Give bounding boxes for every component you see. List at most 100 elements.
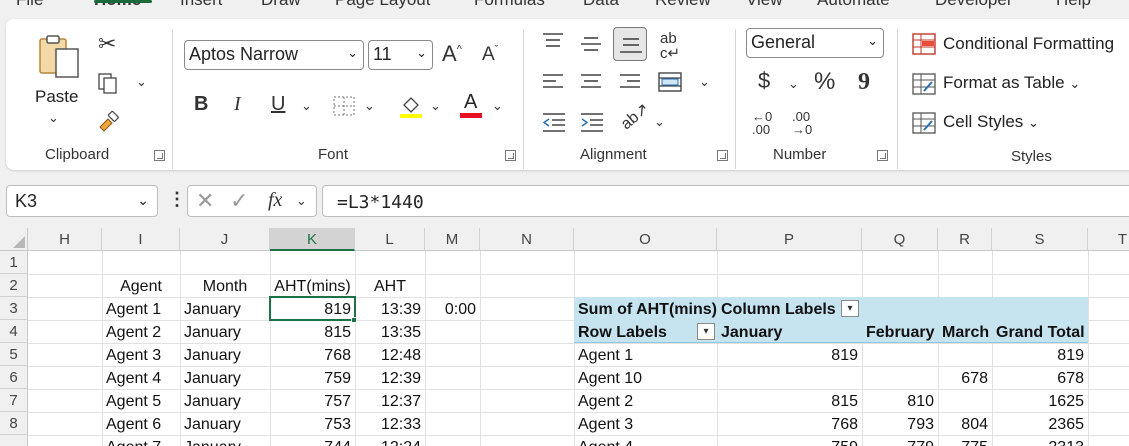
pivot-cell[interactable]: 810 (862, 390, 938, 413)
pivot-col-february[interactable]: February (862, 321, 938, 344)
pivot-cell[interactable]: 1625 (992, 390, 1088, 413)
borders-chevron-icon[interactable]: ⌄ (364, 99, 375, 112)
align-left-icon[interactable] (542, 72, 564, 92)
col-header-p[interactable]: P (717, 228, 862, 251)
agent-cell[interactable]: Agent 5 (102, 390, 180, 413)
merge-center-icon[interactable] (657, 70, 683, 94)
pivot-cell[interactable]: 815 (717, 390, 862, 413)
row-header-1[interactable]: 1 (0, 251, 28, 274)
header-aht[interactable]: AHT (355, 275, 425, 298)
column-labels-filter-icon[interactable]: ▾ (841, 300, 859, 317)
align-center-icon[interactable] (580, 72, 602, 92)
pivot-cell[interactable]: 775 (938, 436, 992, 446)
tab-insert[interactable]: Insert (180, 0, 223, 10)
pivot-col-january[interactable]: January (717, 321, 862, 344)
font-color-icon[interactable]: A (458, 91, 484, 119)
pivot-cell[interactable]: 804 (938, 413, 992, 436)
comma-style-icon[interactable]: 9 (858, 70, 870, 94)
header-aht-mins[interactable]: AHT(mins) (270, 275, 355, 298)
format-as-table-icon[interactable] (912, 73, 936, 95)
month-cell[interactable]: January (180, 367, 270, 390)
row-header-2[interactable]: 2 (0, 274, 28, 297)
chevron-down-icon[interactable]: ⌄ (137, 192, 149, 209)
pivot-cell[interactable] (938, 344, 992, 367)
header-month[interactable]: Month (180, 275, 270, 298)
orientation-chevron-icon[interactable]: ⌄ (654, 115, 665, 128)
enter-icon[interactable]: ✓ (230, 190, 248, 212)
pivot-cell[interactable]: 759 (717, 436, 862, 446)
aht-mins-cell[interactable]: 753 (270, 413, 355, 436)
pivot-sum-label[interactable]: Sum of AHT(mins) (574, 298, 717, 321)
number-format-dropdown[interactable]: General ⌄ (746, 28, 884, 58)
agent-cell[interactable]: Agent 7 (102, 436, 180, 446)
cell-styles-icon[interactable] (912, 112, 936, 134)
underline-chevron-icon[interactable]: ⌄ (301, 99, 312, 112)
pivot-cell[interactable]: 793 (862, 413, 938, 436)
aht-cell[interactable]: 12:48 (355, 344, 425, 367)
currency-chevron-icon[interactable]: ⌄ (788, 77, 799, 90)
aht-cell[interactable]: 13:35 (355, 321, 425, 344)
fill-color-icon[interactable] (398, 93, 424, 119)
col-header-l[interactable]: L (355, 228, 425, 251)
bold-button[interactable]: B (194, 94, 208, 114)
aht-cell[interactable]: 12:37 (355, 390, 425, 413)
tab-view[interactable]: View (746, 0, 783, 10)
name-box[interactable]: K3 ⌄ (6, 185, 158, 217)
tab-automate[interactable]: Automate (817, 0, 890, 10)
tab-file[interactable]: File (16, 0, 43, 10)
pivot-row-label[interactable]: Agent 10 (574, 367, 717, 390)
aht-cell[interactable]: 13:39 (355, 298, 425, 321)
aht-cell[interactable]: 12:33 (355, 413, 425, 436)
paste-icon[interactable] (36, 33, 82, 79)
align-right-icon[interactable] (619, 72, 641, 92)
header-agent[interactable]: Agent (102, 275, 180, 298)
month-cell[interactable]: January (180, 321, 270, 344)
format-painter-icon[interactable] (96, 109, 122, 135)
month-cell[interactable]: January (180, 298, 270, 321)
select-all-corner[interactable] (0, 228, 28, 251)
format-as-table-button[interactable]: Format as Table ⌄ (943, 73, 1080, 93)
copy-icon[interactable] (96, 71, 120, 95)
tab-developer[interactable]: Developer (935, 0, 1013, 10)
row-header-3[interactable]: 3 (0, 297, 28, 320)
font-name-dropdown[interactable]: Aptos Narrow ⌄ (184, 40, 364, 70)
col-header-t[interactable]: T (1088, 228, 1129, 251)
m-cell[interactable]: 0:00 (425, 298, 480, 321)
font-size-dropdown[interactable]: 11 ⌄ (368, 40, 433, 70)
aht-mins-cell[interactable]: 757 (270, 390, 355, 413)
merge-chevron-icon[interactable]: ⌄ (699, 75, 710, 88)
pivot-cell[interactable] (862, 367, 938, 390)
aht-mins-cell[interactable]: 744 (270, 436, 355, 446)
align-middle-icon[interactable] (580, 33, 602, 53)
aht-mins-cell[interactable]: 815 (270, 321, 355, 344)
pivot-cell[interactable]: 819 (992, 344, 1088, 367)
aht-cell[interactable]: 12:39 (355, 367, 425, 390)
pivot-cell[interactable] (862, 344, 938, 367)
align-top-icon[interactable] (542, 31, 564, 51)
agent-cell[interactable]: Agent 2 (102, 321, 180, 344)
more-options-icon[interactable]: ⋮ (168, 190, 186, 208)
agent-cell[interactable]: Agent 4 (102, 367, 180, 390)
month-cell[interactable]: January (180, 390, 270, 413)
tab-draw[interactable]: Draw (261, 0, 301, 10)
number-launcher-icon[interactable] (877, 150, 888, 161)
aht-cell[interactable]: 12:24 (355, 436, 425, 446)
tab-review[interactable]: Review (655, 0, 711, 10)
pivot-cell[interactable]: 678 (992, 367, 1088, 390)
pivot-cell[interactable] (938, 390, 992, 413)
conditional-formatting-button[interactable]: Conditional Formatting (943, 34, 1114, 54)
wrap-text-icon[interactable]: ab c↵ (660, 31, 680, 61)
decrease-decimal-icon[interactable]: .00 →0 (792, 110, 820, 138)
insert-function-icon[interactable]: fx (268, 190, 282, 210)
pivot-col-march[interactable]: March (938, 321, 992, 344)
row-header-4[interactable]: 4 (0, 320, 28, 343)
col-header-s[interactable]: S (992, 228, 1088, 251)
formula-input[interactable]: =L3*1440 (322, 185, 1129, 217)
paste-chevron-icon[interactable]: ⌄ (48, 111, 59, 124)
percent-icon[interactable]: % (814, 70, 835, 94)
shrink-font-icon[interactable]: Aˇ (482, 45, 498, 64)
grow-font-icon[interactable]: A^ (442, 43, 462, 65)
month-cell[interactable]: January (180, 344, 270, 367)
row-header-9[interactable] (0, 435, 28, 446)
borders-icon[interactable] (332, 95, 356, 117)
